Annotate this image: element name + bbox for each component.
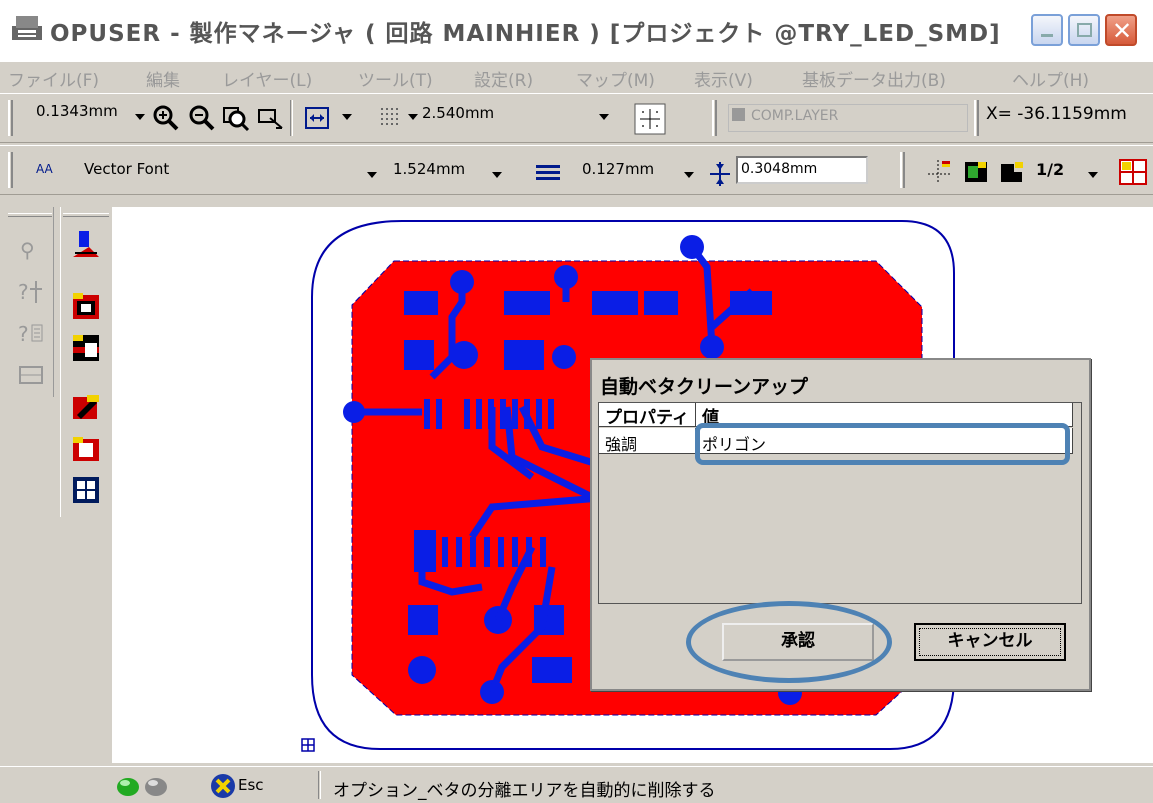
svg-text:?: ? [18, 322, 29, 346]
close-button[interactable]: ✕ [1105, 14, 1137, 46]
menu-edit[interactable]: 編集 [146, 66, 180, 91]
grid-dots-icon[interactable] [378, 104, 406, 132]
font-dropdown-icon[interactable] [367, 172, 377, 178]
minimize-button[interactable] [1031, 14, 1063, 46]
spacing-input[interactable]: 0.3048mm [736, 156, 868, 184]
esc-cancel-icon[interactable] [210, 773, 236, 799]
main-toolbar: 0.1343mm 2.540mm COMP.LAYER X= -36.1159m… [0, 93, 1153, 143]
zoom-out-icon[interactable] [188, 104, 216, 132]
spacing-icon [710, 162, 730, 186]
highlight-ok-oval [686, 601, 892, 683]
toolbar-grip-text[interactable] [8, 152, 13, 188]
minimize-icon [1041, 34, 1053, 37]
route-trace-icon[interactable] [71, 229, 101, 259]
toolbar-separator [290, 100, 293, 136]
tool-palette-inactive: ⚲ ? ? [8, 207, 54, 397]
text-size-dropdown-icon[interactable] [492, 172, 502, 178]
line-width-value[interactable]: 0.127mm [582, 160, 654, 178]
line-width-dropdown-icon[interactable] [684, 172, 694, 178]
toolbar-grip-tools[interactable] [900, 152, 905, 188]
fraction-dropdown-icon[interactable] [1088, 172, 1098, 178]
menu-view[interactable]: 表示(V) [694, 66, 753, 91]
svg-text:?: ? [18, 280, 29, 304]
status-separator [318, 771, 321, 799]
component-place-icon[interactable] [962, 158, 990, 186]
menu-map[interactable]: マップ(M) [576, 66, 655, 91]
menu-bar: ファイル(F) 編集 レイヤー(L) ツール(T) 設定(R) マップ(M) 表… [0, 62, 1153, 92]
grid-value[interactable]: 2.540mm [422, 104, 494, 122]
edit-polygon-icon[interactable] [71, 393, 101, 423]
toolbar-grip-coords[interactable] [974, 100, 979, 136]
menu-layer[interactable]: レイヤー(L) [222, 66, 312, 91]
tool-palette [60, 207, 112, 517]
window-title: OPUSER - 製作マネージャ ( 回路 MAINHIER ) [プロジェクト… [50, 21, 1001, 47]
zoom-dropdown-icon[interactable] [135, 114, 145, 120]
esc-label[interactable]: Esc [238, 776, 264, 794]
layer-color-swatch [732, 108, 745, 121]
palette-grip[interactable] [8, 213, 52, 217]
line-width-icon [536, 165, 560, 180]
layer-value: COMP.LAYER [751, 108, 839, 124]
array-grid-icon[interactable] [71, 475, 101, 505]
text-toolbar: AA Vector Font 1.524mm 0.127mm 0.3048mm … [0, 145, 1153, 195]
zoom-value[interactable]: 0.1343mm [36, 102, 118, 120]
query-property-icon[interactable]: ? [16, 277, 46, 307]
maximize-button[interactable] [1068, 14, 1100, 46]
property-column-header: プロパティ [599, 403, 696, 428]
pan-icon[interactable] [304, 104, 332, 132]
close-icon: ✕ [1111, 17, 1133, 45]
cancel-label: キャンセル [947, 631, 1033, 651]
snap-grid-icon[interactable] [634, 103, 666, 135]
find-part-icon[interactable]: ⚲ [16, 235, 46, 265]
grid-value-dropdown-icon[interactable] [599, 114, 609, 120]
measure-icon[interactable] [16, 361, 46, 391]
property-name-cell: 強調 [599, 428, 696, 454]
toolbar-grip[interactable] [8, 100, 13, 136]
status-message: オプション_ベタの分離エリアを自動的に削除する [333, 781, 716, 801]
menu-file[interactable]: ファイル(F) [8, 66, 99, 91]
fraction-icon[interactable]: 1/2 [1036, 160, 1064, 179]
zoom-fit-icon[interactable] [256, 104, 284, 132]
origin-marker [301, 738, 315, 752]
place-via-icon[interactable] [71, 333, 101, 363]
dialog-title: 自動ベタクリーンアップ [600, 376, 809, 398]
copper-pour-icon[interactable] [71, 435, 101, 465]
menu-help[interactable]: ヘルプ(H) [1012, 66, 1089, 91]
cancel-button[interactable]: キャンセル [914, 623, 1066, 661]
query-list-icon[interactable]: ? [16, 319, 46, 349]
crosshair-icon[interactable] [926, 158, 954, 186]
svg-text:⚲: ⚲ [20, 238, 35, 262]
status-bar: Esc オプション_ベタの分離エリアを自動的に削除する [0, 766, 1153, 803]
grid-dropdown-icon[interactable] [408, 114, 418, 120]
pan-dropdown-icon[interactable] [342, 114, 352, 120]
status-green-light-icon [117, 778, 139, 796]
menu-tools[interactable]: ツール(T) [358, 66, 433, 91]
coord-x-readout: X= -36.1159mm [986, 104, 1127, 124]
place-pad-icon[interactable] [71, 291, 101, 321]
highlight-value-box [695, 423, 1070, 465]
zoom-window-icon[interactable] [222, 104, 250, 132]
maximize-icon [1077, 23, 1092, 37]
title-bar: OPUSER - 製作マネージャ ( 回路 MAINHIER ) [プロジェクト… [0, 0, 1153, 62]
menu-settings[interactable]: 設定(R) [474, 66, 533, 91]
palette-grip[interactable] [63, 213, 109, 217]
grid-layout-icon[interactable] [1118, 158, 1148, 186]
font-icon: AA [36, 162, 53, 176]
move-component-icon[interactable] [998, 158, 1026, 186]
menu-board-output[interactable]: 基板データ出力(B) [802, 66, 946, 91]
app-icon [12, 16, 42, 40]
zoom-in-icon[interactable] [152, 104, 180, 132]
font-value[interactable]: Vector Font [84, 160, 169, 178]
spacing-value: 0.3048mm [741, 161, 818, 177]
status-gray-light-icon [145, 778, 167, 796]
layer-select[interactable]: COMP.LAYER [728, 104, 968, 132]
toolbar-grip-layer[interactable] [712, 100, 717, 136]
text-size-value[interactable]: 1.524mm [393, 160, 465, 178]
